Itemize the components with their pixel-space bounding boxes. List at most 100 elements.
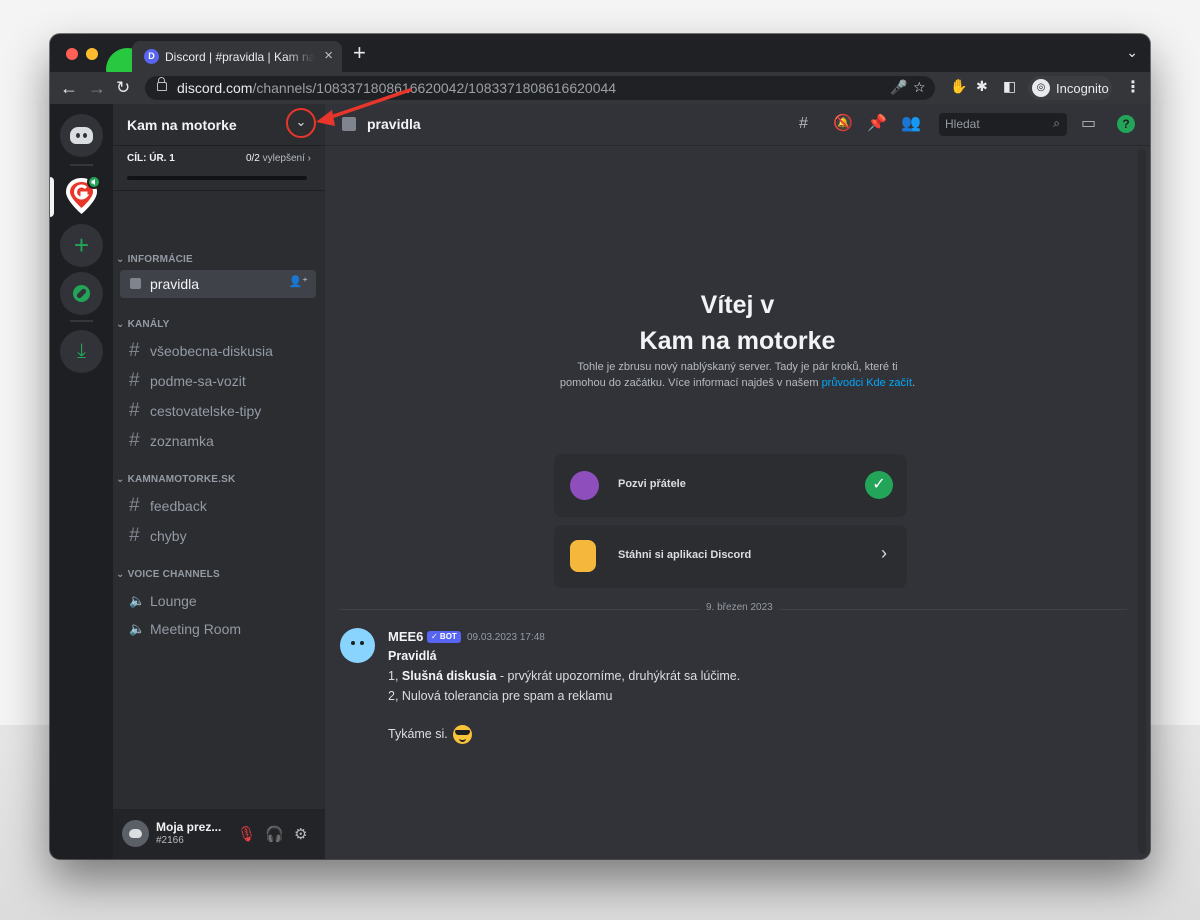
mic-blocked-icon[interactable]: 🎤 bbox=[890, 79, 907, 96]
browser-menu-icon[interactable]: ⋮ bbox=[1125, 77, 1141, 97]
checkmark-icon: ✓ bbox=[865, 471, 893, 499]
boost-goal-bar[interactable]: CÍL: ÚR. 1 0/2 vylepšení › bbox=[113, 146, 325, 191]
voice-channel-lounge[interactable]: 🔈 Lounge bbox=[120, 587, 316, 615]
hash-icon: # bbox=[129, 400, 140, 421]
tab-title: Discord | #pravidla | Kam na motorke bbox=[165, 50, 315, 64]
hash-icon: # bbox=[129, 370, 140, 391]
category-voice-channels[interactable]: ⌄ VOICE CHANNELS bbox=[116, 569, 220, 580]
pinned-messages-icon[interactable]: 📌 bbox=[867, 114, 887, 134]
message-author[interactable]: MEE6 bbox=[388, 629, 423, 644]
search-input[interactable]: Hledat ⌕ bbox=[939, 113, 1067, 136]
back-button[interactable]: ← bbox=[60, 78, 78, 98]
discord-logo-icon bbox=[70, 127, 93, 144]
welcome-description: Tohle je zbrusu nový nablýskaný server. … bbox=[559, 361, 916, 389]
channel-sidebar: Kam na motorke ⌄ CÍL: ÚR. 1 0/2 vylepšen… bbox=[113, 104, 325, 859]
invite-member-icon[interactable]: 👤⁺ bbox=[288, 275, 308, 288]
extensions-puzzle-icon[interactable]: ✱ bbox=[976, 78, 988, 95]
bot-badge: ✓ BOT bbox=[427, 631, 461, 643]
rules-channel-icon bbox=[130, 278, 141, 289]
server-menu-chevron-icon[interactable]: ⌄ bbox=[293, 114, 309, 130]
url-text[interactable]: discord.com/channels/1083371808616620042… bbox=[177, 80, 616, 96]
message-note: Tykáme si. bbox=[388, 725, 473, 744]
mee6-avatar[interactable] bbox=[340, 628, 375, 663]
search-placeholder: Hledat bbox=[945, 117, 980, 131]
reload-button[interactable]: ↻ bbox=[116, 78, 130, 98]
user-tag: #2166 bbox=[156, 835, 184, 846]
member-list-icon[interactable]: 👥 bbox=[901, 114, 921, 134]
adblock-extension-icon[interactable]: ✋ bbox=[950, 78, 967, 95]
server-header[interactable]: Kam na motorke ⌄ bbox=[113, 104, 325, 146]
search-icon: ⌕ bbox=[1053, 116, 1060, 130]
hash-icon: # bbox=[129, 525, 140, 546]
invite-friends-label: Pozvi přátele bbox=[618, 478, 686, 490]
category-kanaly[interactable]: ⌄ KANÁLY bbox=[116, 319, 170, 330]
direct-messages-button[interactable] bbox=[60, 114, 103, 157]
incognito-label: Incognito bbox=[1056, 81, 1109, 96]
speaker-icon: 🔈 bbox=[129, 593, 146, 608]
hash-icon: # bbox=[129, 340, 140, 361]
message-timestamp: 09.03.2023 17:48 bbox=[467, 632, 545, 643]
speaker-icon: 🔈 bbox=[129, 621, 146, 636]
channel-vseobecna-diskusia[interactable]: # všeobecna-diskusia bbox=[120, 337, 316, 365]
new-tab-button[interactable]: + bbox=[353, 41, 366, 65]
user-avatar[interactable] bbox=[122, 820, 149, 847]
category-kamnamotorke[interactable]: ⌄ KAMNAMOTORKE.SK bbox=[116, 474, 235, 485]
compass-icon bbox=[73, 285, 90, 302]
date-divider: 9. březen 2023 bbox=[339, 602, 1127, 613]
side-panel-icon[interactable]: ◧ bbox=[1003, 78, 1016, 95]
server-icon-kam-na-motorke[interactable] bbox=[60, 174, 103, 217]
forward-button[interactable]: → bbox=[88, 78, 106, 98]
user-panel: Moja prez... #2166 🎙 🎧 ⚙ bbox=[113, 809, 325, 859]
channel-title: pravidla bbox=[367, 116, 421, 132]
close-window-button[interactable] bbox=[66, 48, 78, 60]
tab-close-icon[interactable]: × bbox=[324, 47, 333, 64]
message-title: Pravidlá bbox=[388, 649, 437, 663]
mute-notifications-icon[interactable]: 🔕 bbox=[833, 114, 853, 134]
mobile-app-icon bbox=[570, 540, 596, 572]
rules-channel-icon bbox=[342, 117, 356, 131]
invite-friends-card[interactable]: Pozvi přátele ✓ bbox=[554, 454, 907, 517]
server-name: Kam na motorke bbox=[127, 117, 237, 133]
incognito-badge[interactable]: ◎ Incognito bbox=[1028, 76, 1112, 100]
channel-podme-sa-vozit[interactable]: # podme-sa-vozit bbox=[120, 367, 316, 395]
inbox-icon[interactable]: ▭ bbox=[1081, 114, 1096, 134]
boost-level: CÍL: ÚR. 1 bbox=[127, 153, 175, 164]
channel-cestovatelske-tipy[interactable]: # cestovatelske-tipy bbox=[120, 397, 316, 425]
incognito-icon: ◎ bbox=[1032, 79, 1050, 97]
channel-pravidla[interactable]: pravidla 👤⁺ bbox=[120, 270, 316, 298]
headphones-icon[interactable]: 🎧 bbox=[265, 825, 284, 843]
browser-window: D Discord | #pravidla | Kam na motorke ×… bbox=[50, 34, 1150, 859]
channel-header: pravidla # 🔕 📌 👥 Hledat ⌕ ▭ ? bbox=[325, 104, 1150, 146]
chevron-right-icon: › bbox=[881, 543, 887, 563]
tab-strip: D Discord | #pravidla | Kam na motorke ×… bbox=[50, 34, 1150, 91]
tab-search-button[interactable]: ⌄ bbox=[1126, 44, 1138, 61]
server-list-divider bbox=[70, 320, 93, 322]
category-informacie[interactable]: ⌄ INFORMÁCIE bbox=[116, 254, 193, 265]
download-apps-button[interactable]: ⤓ bbox=[60, 330, 103, 373]
chat-scrollbar[interactable] bbox=[1138, 149, 1146, 854]
user-name[interactable]: Moja prez... bbox=[156, 820, 221, 834]
minimize-window-button[interactable] bbox=[86, 48, 98, 60]
voice-channel-meeting-room[interactable]: 🔈 Meeting Room bbox=[120, 615, 316, 643]
selected-server-indicator bbox=[50, 177, 54, 217]
channel-feedback[interactable]: # feedback bbox=[120, 492, 316, 520]
mic-muted-icon[interactable]: 🎙 bbox=[237, 825, 256, 843]
lock-icon[interactable] bbox=[157, 77, 167, 91]
download-app-card[interactable]: Stáhni si aplikaci Discord › bbox=[554, 525, 907, 588]
bookmark-star-icon[interactable]: ☆ bbox=[913, 79, 926, 96]
browser-tab[interactable]: D Discord | #pravidla | Kam na motorke × bbox=[132, 41, 342, 72]
hash-icon: # bbox=[129, 495, 140, 516]
threads-icon[interactable]: # bbox=[799, 114, 808, 134]
settings-gear-icon[interactable]: ⚙ bbox=[294, 825, 307, 843]
channel-zoznamka[interactable]: # zoznamka bbox=[120, 427, 316, 455]
guide-link[interactable]: průvodci Kde začít bbox=[822, 377, 913, 389]
channel-chyby[interactable]: # chyby bbox=[120, 522, 316, 550]
add-server-button[interactable]: + bbox=[60, 224, 103, 267]
address-bar[interactable]: discord.com/channels/1083371808616620042… bbox=[145, 76, 935, 100]
server-list: + ⤓ bbox=[50, 104, 113, 859]
help-icon[interactable]: ? bbox=[1117, 115, 1135, 133]
discord-app: + ⤓ Kam na motorke ⌄ CÍL: ÚR. 1 0/2 vyle… bbox=[50, 104, 1150, 859]
explore-servers-button[interactable] bbox=[60, 272, 103, 315]
boost-progress-bar bbox=[127, 176, 307, 180]
invite-friends-icon bbox=[570, 471, 599, 500]
